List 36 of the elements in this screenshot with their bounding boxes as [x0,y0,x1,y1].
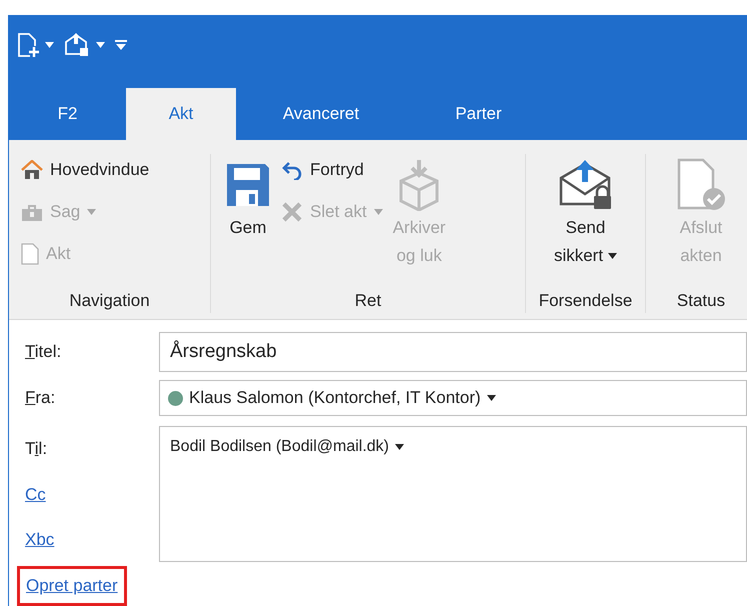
link[interactable]: Cc [25,482,46,507]
ribbon-tab[interactable]: F2 [9,88,126,140]
secure-send-button[interactable] [64,32,105,58]
ribbon-button[interactable]: Gem [221,154,275,288]
field-label: Fra: [25,388,56,407]
group-label: Forsendelse [538,290,634,312]
save-icon [225,162,271,208]
ribbon-tab[interactable]: Avanceret [236,88,406,140]
group-label: Navigation [68,290,151,312]
ribbon-button[interactable]: Fortryd [281,154,383,186]
document-icon [21,243,39,265]
sender-dropdown[interactable]: Klaus Salomon (Kontorchef, IT Kontor) [159,380,747,416]
new-document-button[interactable] [17,32,54,58]
undo-icon [281,160,303,180]
recipient[interactable]: Bodil Bodilsen (Bodil@mail.dk) [170,435,404,459]
caret-icon [486,395,496,401]
create-parties-link[interactable]: Opret parter [17,566,127,606]
ribbon-tab[interactable]: Akt [126,88,236,140]
customize-menu-icon[interactable] [115,40,127,50]
field-label: Titel: [25,342,62,361]
ribbon-button[interactable]: Hovedvindue [21,154,150,186]
briefcase-icon [21,202,43,222]
delete-icon [281,202,303,222]
document-check-icon [676,158,726,212]
group-label: Status [676,290,726,312]
secure-mail-icon [64,32,90,58]
ribbon-button[interactable]: Send sikkert [550,154,622,288]
new-document-icon [17,32,39,58]
house-icon [21,160,43,180]
field-label: Til: [25,438,48,460]
group-label: Ret [354,290,382,312]
link[interactable]: Xbc [25,527,54,552]
ribbon-tab[interactable]: Parter [406,88,551,140]
recipient-field[interactable]: Bodil Bodilsen (Bodil@mail.dk) [159,426,747,562]
caret-icon [395,444,404,450]
title-field[interactable]: Årsregnskab [159,332,747,372]
